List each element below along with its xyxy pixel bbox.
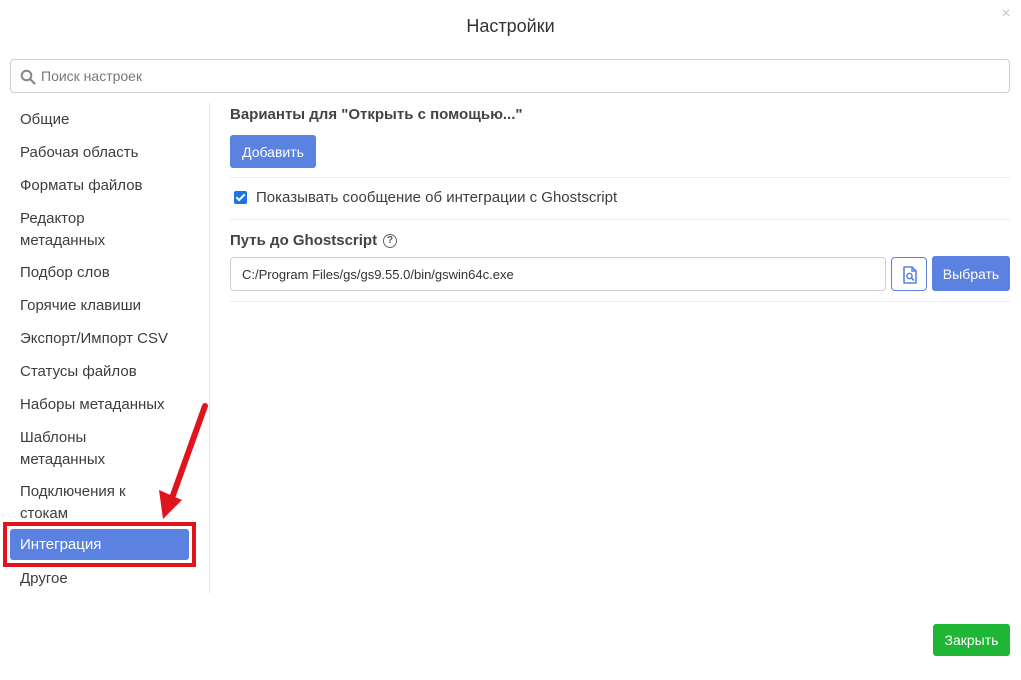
close-button[interactable]: Закрыть — [933, 624, 1010, 656]
close-icon[interactable]: × — [998, 6, 1014, 22]
sidebar-item-stock-connections[interactable]: Подключения к стокам — [20, 481, 150, 524]
ghostscript-path-title: Путь до Ghostscript — [230, 232, 378, 249]
add-button[interactable]: Добавить — [230, 135, 316, 168]
sidebar-item-hotkeys[interactable]: Горячие клавиши — [20, 295, 195, 317]
help-icon[interactable]: ? — [383, 233, 398, 248]
file-search-icon — [903, 266, 917, 284]
ghostscript-path-title-row: Путь до Ghostscript ? — [230, 232, 398, 249]
sidebar-item-metadata-templates[interactable]: Шаблоны метаданных — [20, 427, 120, 470]
ghostscript-path-input[interactable] — [230, 257, 886, 291]
dialog-title: Настройки — [466, 16, 555, 36]
search-icon — [20, 69, 36, 85]
sidebar-item-file-statuses[interactable]: Статусы файлов — [20, 361, 195, 383]
search-input[interactable] — [41, 60, 991, 92]
browse-file-icon-button[interactable] — [891, 257, 927, 291]
sidebar-item-workspace[interactable]: Рабочая область — [20, 142, 195, 164]
sidebar-item-other[interactable]: Другое — [20, 568, 195, 590]
sidebar-item-metadata-editor[interactable]: Редактор метаданных — [20, 208, 130, 251]
annotation-arrow — [159, 403, 208, 519]
sidebar-item-csv-export-import[interactable]: Экспорт/Импорт CSV — [20, 328, 195, 350]
sidebar-item-general[interactable]: Общие — [20, 109, 195, 131]
open-with-section-title: Варианты для "Открыть с помощью..." — [230, 106, 523, 123]
choose-button[interactable]: Выбрать — [932, 256, 1010, 291]
sidebar-item-word-selection[interactable]: Подбор слов — [20, 262, 195, 284]
show-message-checkbox[interactable] — [234, 191, 247, 204]
show-message-checkbox-row[interactable]: Показывать сообщение об интеграции с Gho… — [234, 189, 617, 206]
divider — [230, 177, 1010, 178]
annotation-highlight-box — [3, 522, 196, 567]
sidebar-item-file-formats[interactable]: Форматы файлов — [20, 175, 195, 197]
show-message-checkbox-label: Показывать сообщение об интеграции с Gho… — [256, 189, 618, 206]
divider — [230, 219, 1010, 220]
search-box — [10, 59, 1010, 93]
divider — [230, 301, 1010, 302]
